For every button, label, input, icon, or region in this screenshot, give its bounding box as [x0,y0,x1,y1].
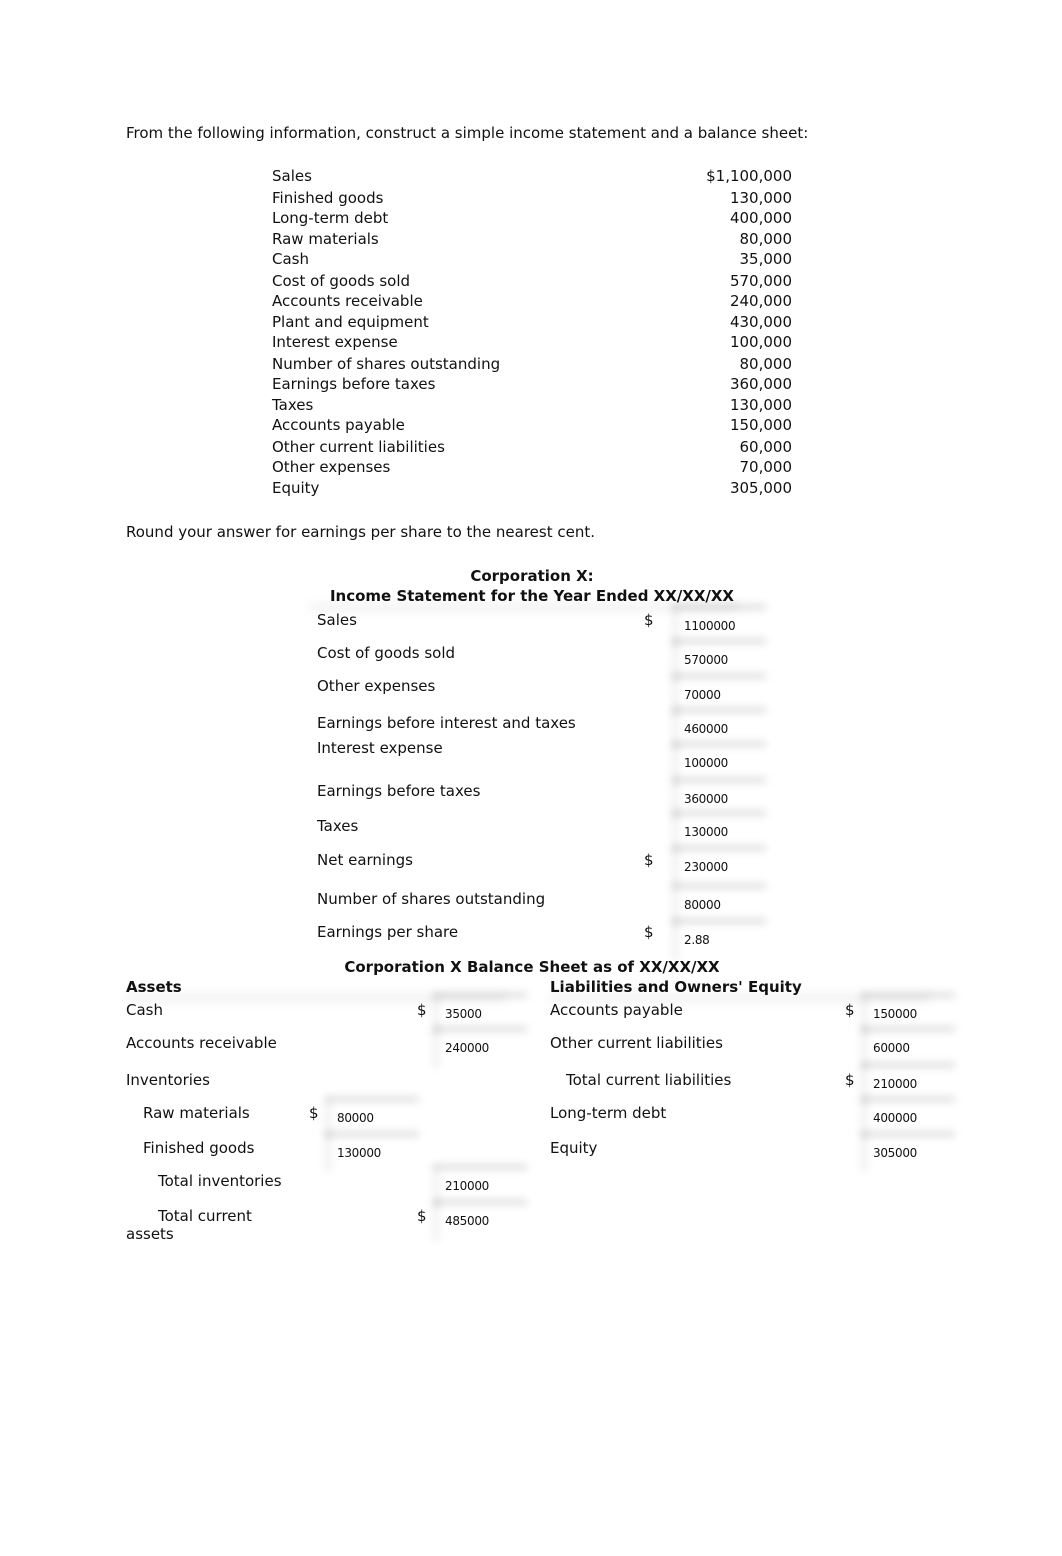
total-inventories-label: Total inventories [158,1172,282,1190]
given-item-label: Accounts receivable [272,292,423,310]
long-term-debt-input[interactable]: 400000 [865,1104,943,1130]
income-row-input[interactable]: 2.88 [676,926,754,952]
given-item-value: 150,000 [729,416,792,434]
given-item-label: Finished goods [272,189,384,207]
long-term-debt-label: Long-term debt [550,1104,667,1122]
inventories-label: Inventories [126,1071,210,1089]
given-item-value: 60,000 [739,438,793,456]
income-row-input[interactable]: 100000 [676,749,754,775]
given-item-label: Number of shares outstanding [272,355,501,373]
given-item-label: Other expenses [272,458,391,476]
income-row-currency: $ [644,611,654,629]
accounts-payable-label: Accounts payable [550,1001,683,1019]
given-item-label: Earnings before taxes [272,375,436,393]
other-current-liabilities-input[interactable]: 60000 [865,1034,943,1060]
accounts-payable-input[interactable]: 150000 [865,1000,943,1026]
income-row-label: Earnings per share [317,923,459,941]
given-item-label: Accounts payable [272,416,405,434]
given-item-value: 305,000 [729,479,792,497]
balance-sheet-title: Corporation X Balance Sheet as of XX/XX/… [344,958,720,976]
given-item-label: Plant and equipment [272,313,429,331]
income-row-input[interactable]: 460000 [676,715,754,741]
given-item-label: Cost of goods sold [272,272,411,290]
income-row-input[interactable]: 80000 [676,891,754,917]
accounts-payable-currency: $ [845,1001,855,1019]
given-item-label: Taxes [272,396,314,414]
income-row-input[interactable]: 230000 [676,853,754,879]
given-item-label: Long-term debt [272,209,389,227]
equity-input[interactable]: 305000 [865,1139,943,1165]
income-row-label: Other expenses [317,677,436,695]
given-item-value: 80,000 [739,230,793,248]
given-item-value: 100,000 [729,333,792,351]
total-current-assets-label-2: assets [126,1225,174,1243]
income-row-label: Net earnings [317,851,413,869]
finished-goods-input[interactable]: 130000 [329,1139,407,1165]
cash-label: Cash [126,1001,163,1019]
cash-currency: $ [417,1001,427,1019]
raw-materials-input[interactable]: 80000 [329,1104,407,1130]
equity-label: Equity [550,1139,598,1157]
given-item-value: $1,100,000 [706,167,792,185]
given-item-label: Sales [272,167,312,185]
given-item-label: Other current liabilities [272,438,445,456]
total-current-assets-currency: $ [417,1207,427,1225]
income-row-currency: $ [644,923,654,941]
income-row-label: Number of shares outstanding [317,890,546,908]
income-row-label: Earnings before interest and taxes [317,714,576,732]
total-current-liabilities-input[interactable]: 210000 [865,1070,943,1096]
total-inventories-input[interactable]: 210000 [437,1172,515,1198]
income-statement-title: Corporation X: [470,567,594,585]
accounts-receivable-input[interactable]: 240000 [437,1034,515,1060]
income-row-input[interactable]: 570000 [676,646,754,672]
given-item-value: 570,000 [729,272,792,290]
raw-materials-currency: $ [309,1104,319,1122]
given-item-label: Raw materials [272,230,379,248]
accounts-receivable-label: Accounts receivable [126,1034,277,1052]
instruction-text: Round your answer for earnings per share… [126,523,596,541]
given-item-value: 130,000 [729,396,792,414]
given-item-value: 360,000 [729,375,792,393]
income-row-label: Earnings before taxes [317,782,481,800]
total-current-assets-label: Total current [158,1207,252,1225]
given-item-value: 430,000 [729,313,792,331]
income-row-input[interactable]: 130000 [676,818,754,844]
other-current-liabilities-label: Other current liabilities [550,1034,723,1052]
income-row-label: Interest expense [317,739,443,757]
cash-input[interactable]: 35000 [437,1000,515,1026]
total-current-assets-input[interactable]: 485000 [437,1207,515,1233]
intro-text: From the following information, construc… [126,124,809,142]
given-item-value: 80,000 [739,355,793,373]
total-current-liabilities-currency: $ [845,1071,855,1089]
given-item-label: Equity [272,479,320,497]
assets-header: Assets [126,978,182,996]
given-item-value: 130,000 [729,189,792,207]
given-item-label: Cash [272,250,309,268]
income-statement-subtitle: Income Statement for the Year Ended XX/X… [329,587,735,605]
income-row-label: Sales [317,611,357,629]
income-row-label: Taxes [317,817,359,835]
given-item-value: 70,000 [739,458,793,476]
liabilities-header: Liabilities and Owners' Equity [550,978,802,996]
given-item-value: 240,000 [729,292,792,310]
income-row-input[interactable]: 1100000 [676,612,754,638]
raw-materials-label: Raw materials [143,1104,250,1122]
income-row-currency: $ [644,851,654,869]
finished-goods-label: Finished goods [143,1139,255,1157]
total-current-liabilities-label: Total current liabilities [566,1071,732,1089]
income-row-input[interactable]: 70000 [676,681,754,707]
given-item-value: 400,000 [729,209,792,227]
income-row-input[interactable]: 360000 [676,785,754,811]
given-item-value: 35,000 [739,250,793,268]
given-item-label: Interest expense [272,333,398,351]
income-row-label: Cost of goods sold [317,644,456,662]
